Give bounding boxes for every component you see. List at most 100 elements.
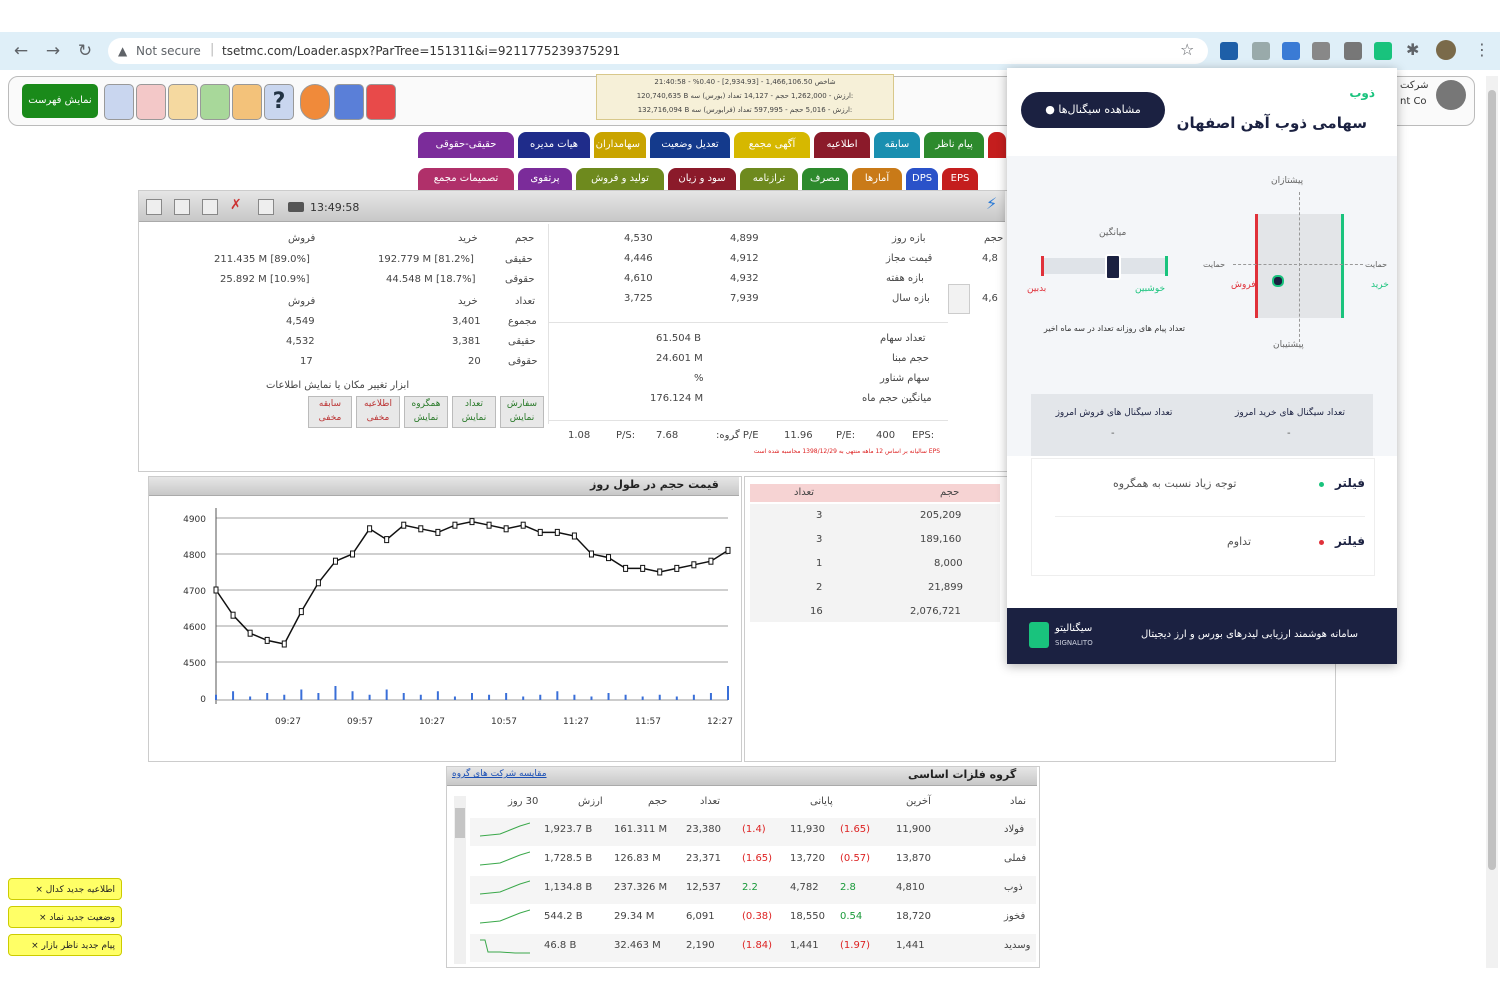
- y-tick: 4700: [183, 587, 206, 597]
- volume-bar: [266, 693, 269, 700]
- group-cell-close-pct: (1.84): [742, 940, 773, 951]
- tab-board[interactable]: هیات مدیره: [518, 132, 590, 158]
- chat-icon[interactable]: [232, 84, 262, 120]
- tab-assembly-notice[interactable]: آگهی مجمع: [734, 132, 810, 158]
- ratio-value: 7.68: [656, 430, 679, 441]
- row-label: حقیقی: [505, 254, 533, 265]
- page-scrollbar-thumb[interactable]: [1488, 90, 1496, 870]
- reload-icon[interactable]: ↻: [74, 40, 96, 62]
- sparkline-path: [480, 880, 530, 895]
- view-signals-button[interactable]: مشاهده سیگنال‌ها ●: [1021, 92, 1165, 128]
- group-col-header: حجم: [648, 796, 668, 807]
- tab-assembly-decisions[interactable]: تصمیمات مجمع: [418, 168, 514, 190]
- ratio-label: P/E:: [836, 430, 856, 441]
- tab-production-sales[interactable]: تولید و فروش: [576, 168, 664, 190]
- tools-icon[interactable]: ✗: [230, 197, 242, 213]
- search-icon[interactable]: [200, 84, 230, 120]
- tab-shareholders[interactable]: سهامداران: [594, 132, 646, 158]
- count-toggle-button[interactable]: تعداد نمایش: [452, 396, 496, 428]
- trend-sparkline: [480, 939, 530, 954]
- puzzle-icon[interactable]: ✱: [1406, 40, 1419, 59]
- tab-history[interactable]: سابقه: [874, 132, 920, 158]
- volume-bar: [334, 686, 337, 700]
- share-label: میانگین حجم ماه: [862, 393, 932, 404]
- ratio-value: 400: [876, 430, 896, 441]
- tab-supervisor-message[interactable]: پیام ناظر: [924, 132, 984, 158]
- tab-announcements[interactable]: اطلاعیه: [814, 132, 870, 158]
- document-icon[interactable]: [202, 199, 218, 215]
- extension-icon-4[interactable]: [1312, 42, 1330, 60]
- report-icon[interactable]: [366, 84, 396, 120]
- tab-eps[interactable]: EPS: [942, 168, 978, 190]
- group-symbol-link[interactable]: فولاد: [1004, 824, 1024, 835]
- globe-icon[interactable]: [104, 84, 134, 120]
- extension-icon-1[interactable]: [1220, 42, 1238, 60]
- price-candle: [469, 518, 475, 526]
- compare-group-link[interactable]: مقایسه شرکت های گروه: [452, 769, 547, 779]
- home-small-icon[interactable]: [146, 199, 162, 215]
- tab-status[interactable]: تعدیل وضعیت: [650, 132, 730, 158]
- help-icon[interactable]: ?: [264, 84, 294, 120]
- group-cell-last-pct: (1.65): [840, 824, 871, 835]
- col-header: تعداد: [515, 296, 536, 307]
- forward-icon[interactable]: →: [42, 40, 64, 62]
- trade-volume: 189,160: [920, 534, 962, 545]
- y-tick: 0: [200, 695, 206, 705]
- calculator-icon[interactable]: [168, 84, 198, 120]
- menu-dots-icon[interactable]: ⋮: [1474, 40, 1490, 59]
- position-marker: [1272, 275, 1284, 287]
- back-icon[interactable]: ←: [10, 40, 32, 62]
- url-text[interactable]: tsetmc.com/Loader.aspx?ParTree=151311&i=…: [222, 44, 620, 58]
- phone-icon: [288, 202, 304, 212]
- tab-real-legal[interactable]: حقیقی-حقوقی: [418, 132, 514, 158]
- group-symbol-link[interactable]: ذوب: [1004, 882, 1023, 893]
- tab-dps[interactable]: DPS: [906, 168, 938, 190]
- settings-icon[interactable]: [300, 84, 330, 120]
- notice-kodal[interactable]: اطلاعیه جدید کدال ×: [8, 878, 122, 900]
- notice-symbol-status[interactable]: وضعیت جدید نماد ×: [8, 906, 122, 928]
- market-ticker: 21:40:58 - %0.40 - [2,934.93] - 1,466,10…: [596, 74, 894, 120]
- lightning-icon[interactable]: ⚡: [986, 194, 997, 213]
- warning-icon[interactable]: ▲: [118, 44, 127, 58]
- group-cell-close: 11,930: [790, 824, 825, 835]
- trend-sparkline: [480, 909, 530, 924]
- home-icon[interactable]: [136, 84, 166, 120]
- scrollbar-thumb[interactable]: [455, 808, 465, 838]
- signalito-extension-icon[interactable]: [1374, 42, 1392, 60]
- extension-icon-3[interactable]: [1282, 42, 1300, 60]
- group-symbol-link[interactable]: فملی: [1004, 853, 1026, 864]
- volume-bar: [505, 693, 508, 700]
- tab-partial[interactable]: [988, 132, 1006, 158]
- not-secure-label[interactable]: Not secure: [136, 44, 201, 58]
- group-symbol-link[interactable]: وسدید: [1004, 940, 1031, 951]
- tab-balance-sheet[interactable]: ترازنامه: [740, 168, 798, 190]
- tab-consumption[interactable]: مصرف: [802, 168, 848, 190]
- history-toggle-button[interactable]: سابقه مخفی: [308, 396, 352, 428]
- group-symbol-link[interactable]: فخوز: [1004, 911, 1025, 922]
- show-list-button[interactable]: نمایش فهرست: [22, 84, 98, 118]
- trade-count: 16: [810, 606, 823, 617]
- group-cell-last: 4,810: [896, 882, 925, 893]
- filter-divider: [1055, 516, 1365, 517]
- trade-time: 13:49:58: [310, 201, 360, 214]
- tab-profit-loss[interactable]: سود و زیان: [668, 168, 736, 190]
- profile-avatar[interactable]: [1436, 40, 1456, 60]
- expand-icon[interactable]: [948, 284, 970, 314]
- button-state: نمایش: [461, 413, 487, 423]
- peers-toggle-button[interactable]: همگروه نمایش: [404, 396, 448, 428]
- list-icon[interactable]: [258, 199, 274, 215]
- tab-stats[interactable]: آمارها: [852, 168, 902, 190]
- price-chart: 4900 4800 4700 4600 4500 0 09:27 09:57 1…: [183, 508, 733, 727]
- news-icon[interactable]: [334, 84, 364, 120]
- volume-bar: [300, 689, 303, 700]
- group-cell-count: 23,371: [686, 853, 721, 864]
- bookmark-star-icon[interactable]: ☆: [1180, 40, 1194, 59]
- orders-toggle-button[interactable]: سفارش نمایش: [500, 396, 544, 428]
- notice-supervisor[interactable]: پیام جدید ناظر بازار ×: [8, 934, 122, 956]
- tab-portfolio[interactable]: پرتفوی: [518, 168, 572, 190]
- announcement-toggle-button[interactable]: اطلاعیه مخفی: [356, 396, 400, 428]
- extension-icon-2[interactable]: [1252, 42, 1270, 60]
- extension-icon-5[interactable]: [1344, 42, 1362, 60]
- x-tick: 10:27: [419, 717, 445, 727]
- print-icon[interactable]: [174, 199, 190, 215]
